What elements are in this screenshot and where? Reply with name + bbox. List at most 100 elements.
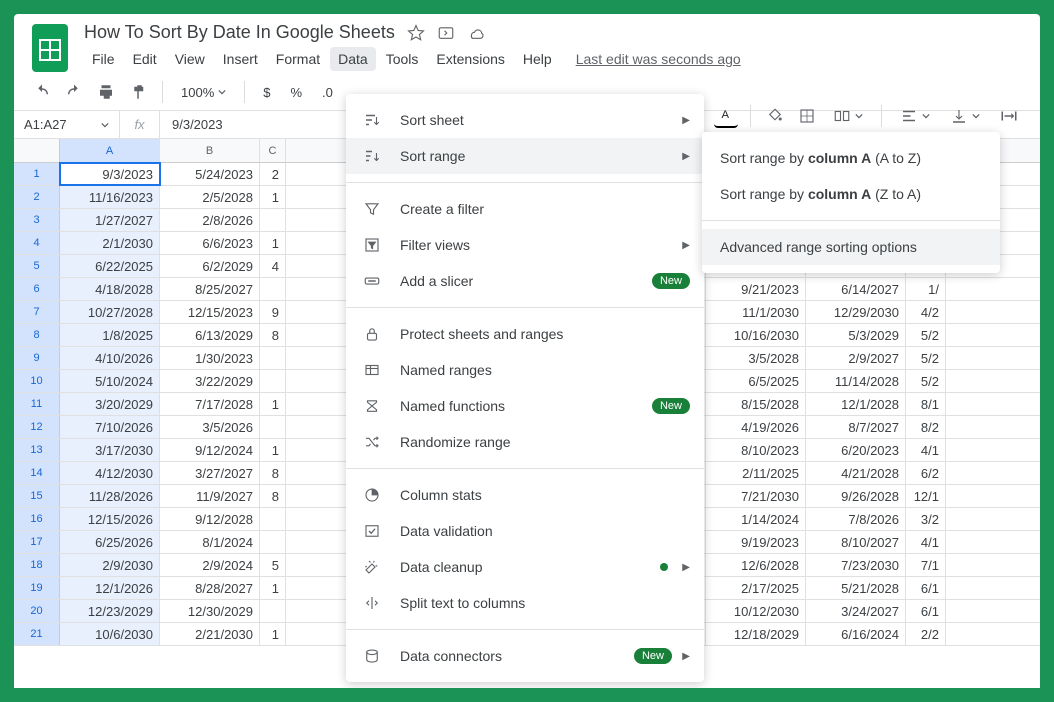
cell[interactable]: 9/12/2024	[160, 439, 260, 461]
cell[interactable]: 1	[260, 232, 286, 254]
move-icon[interactable]	[437, 24, 455, 42]
cell[interactable]: 1/	[906, 278, 946, 300]
menu-add-slicer[interactable]: Add a slicer New	[346, 263, 704, 299]
row-header[interactable]: 7	[14, 301, 60, 323]
merge-button[interactable]	[827, 103, 869, 129]
print-button[interactable]	[94, 80, 118, 104]
cell[interactable]	[260, 600, 286, 622]
submenu-sort-az[interactable]: Sort range by column A (A to Z)	[702, 140, 1000, 176]
cell[interactable]: 5/2	[906, 347, 946, 369]
cell[interactable]: 1/8/2025	[60, 324, 160, 346]
cell[interactable]: 4/19/2026	[706, 416, 806, 438]
cell[interactable]: 1/30/2023	[160, 347, 260, 369]
document-title[interactable]: How To Sort By Date In Google Sheets	[84, 22, 395, 43]
cell[interactable]: 7/8/2026	[806, 508, 906, 530]
cell[interactable]: 3/2	[906, 508, 946, 530]
cell[interactable]: 3/27/2027	[160, 462, 260, 484]
cell[interactable]: 11/28/2026	[60, 485, 160, 507]
row-header[interactable]: 8	[14, 324, 60, 346]
cell[interactable]: 4/1	[906, 439, 946, 461]
cell[interactable]: 10/6/2030	[60, 623, 160, 645]
name-box[interactable]: A1:A27	[14, 111, 120, 138]
cell[interactable]: 6/1	[906, 600, 946, 622]
cell[interactable]: 12/6/2028	[706, 554, 806, 576]
row-header[interactable]: 19	[14, 577, 60, 599]
menu-protect[interactable]: Protect sheets and ranges	[346, 316, 704, 352]
cell[interactable]: 3/24/2027	[806, 600, 906, 622]
cell[interactable]: 8	[260, 485, 286, 507]
cell[interactable]	[260, 209, 286, 231]
cell[interactable]: 6/2/2029	[160, 255, 260, 277]
cell[interactable]: 8/1/2024	[160, 531, 260, 553]
menu-data-validation[interactable]: Data validation	[346, 513, 704, 549]
menu-split-text[interactable]: Split text to columns	[346, 585, 704, 621]
cell[interactable]: 4/10/2026	[60, 347, 160, 369]
cell[interactable]: 12/15/2023	[160, 301, 260, 323]
cell[interactable]: 4/1	[906, 531, 946, 553]
cell[interactable]: 6/25/2026	[60, 531, 160, 553]
undo-button[interactable]	[30, 80, 54, 104]
cell[interactable]: 7/21/2030	[706, 485, 806, 507]
cell[interactable]: 4/18/2028	[60, 278, 160, 300]
cell[interactable]: 12/1/2026	[60, 577, 160, 599]
column-header[interactable]: C	[260, 139, 286, 162]
cell[interactable]: 3/17/2030	[60, 439, 160, 461]
row-header[interactable]: 16	[14, 508, 60, 530]
row-header[interactable]: 21	[14, 623, 60, 645]
menu-randomize[interactable]: Randomize range	[346, 424, 704, 460]
sheets-logo[interactable]	[30, 22, 70, 74]
cell[interactable]: 12/1/2028	[806, 393, 906, 415]
cell[interactable]: 9/12/2028	[160, 508, 260, 530]
menu-column-stats[interactable]: Column stats	[346, 477, 704, 513]
paint-format-button[interactable]	[126, 80, 150, 104]
submenu-advanced-sort[interactable]: Advanced range sorting options	[702, 229, 1000, 265]
cell[interactable]	[260, 508, 286, 530]
cell[interactable]: 8/28/2027	[160, 577, 260, 599]
text-color-button[interactable]: A	[714, 104, 738, 128]
cloud-icon[interactable]	[467, 24, 485, 42]
cell[interactable]: 1	[260, 186, 286, 208]
column-header[interactable]: B	[160, 139, 260, 162]
cell[interactable]: 8/25/2027	[160, 278, 260, 300]
cell[interactable]: 6/6/2023	[160, 232, 260, 254]
valign-button[interactable]	[944, 103, 986, 129]
cell[interactable]: 8/7/2027	[806, 416, 906, 438]
cell[interactable]: 4	[260, 255, 286, 277]
cell[interactable]	[260, 531, 286, 553]
cell[interactable]: 1	[260, 439, 286, 461]
percent-button[interactable]: %	[284, 81, 308, 104]
cell[interactable]: 5/10/2024	[60, 370, 160, 392]
menu-tools[interactable]: Tools	[378, 47, 427, 71]
cell[interactable]: 12/30/2029	[160, 600, 260, 622]
menu-create-filter[interactable]: Create a filter	[346, 191, 704, 227]
cell[interactable]: 10/16/2030	[706, 324, 806, 346]
submenu-sort-za[interactable]: Sort range by column A (Z to A)	[702, 176, 1000, 212]
row-header[interactable]: 4	[14, 232, 60, 254]
cell[interactable]: 7/23/2030	[806, 554, 906, 576]
cell[interactable]: 1	[260, 393, 286, 415]
cell[interactable]: 11/9/2027	[160, 485, 260, 507]
decimal-button[interactable]: .0	[316, 81, 339, 104]
row-header[interactable]: 3	[14, 209, 60, 231]
menu-file[interactable]: File	[84, 47, 123, 71]
row-header[interactable]: 9	[14, 347, 60, 369]
cell[interactable]: 8/1	[906, 393, 946, 415]
cell[interactable]: 11/16/2023	[60, 186, 160, 208]
row-header[interactable]: 1	[14, 163, 60, 185]
cell[interactable]: 2/9/2027	[806, 347, 906, 369]
wrap-button[interactable]	[994, 103, 1024, 129]
menu-data-connectors[interactable]: Data connectors New ▶	[346, 638, 704, 674]
cell[interactable]: 5/3/2029	[806, 324, 906, 346]
cell[interactable]: 1	[260, 623, 286, 645]
cell[interactable]: 6/1	[906, 577, 946, 599]
menu-format[interactable]: Format	[268, 47, 328, 71]
cell[interactable]: 5/24/2023	[160, 163, 260, 185]
cell[interactable]: 5	[260, 554, 286, 576]
menu-sort-range[interactable]: Sort range ▶	[346, 138, 704, 174]
cell[interactable]: 8/2	[906, 416, 946, 438]
last-edit-link[interactable]: Last edit was seconds ago	[576, 51, 741, 67]
cell[interactable]	[260, 347, 286, 369]
cell[interactable]: 3/20/2029	[60, 393, 160, 415]
cell[interactable]: 4/12/2030	[60, 462, 160, 484]
menu-view[interactable]: View	[167, 47, 213, 71]
